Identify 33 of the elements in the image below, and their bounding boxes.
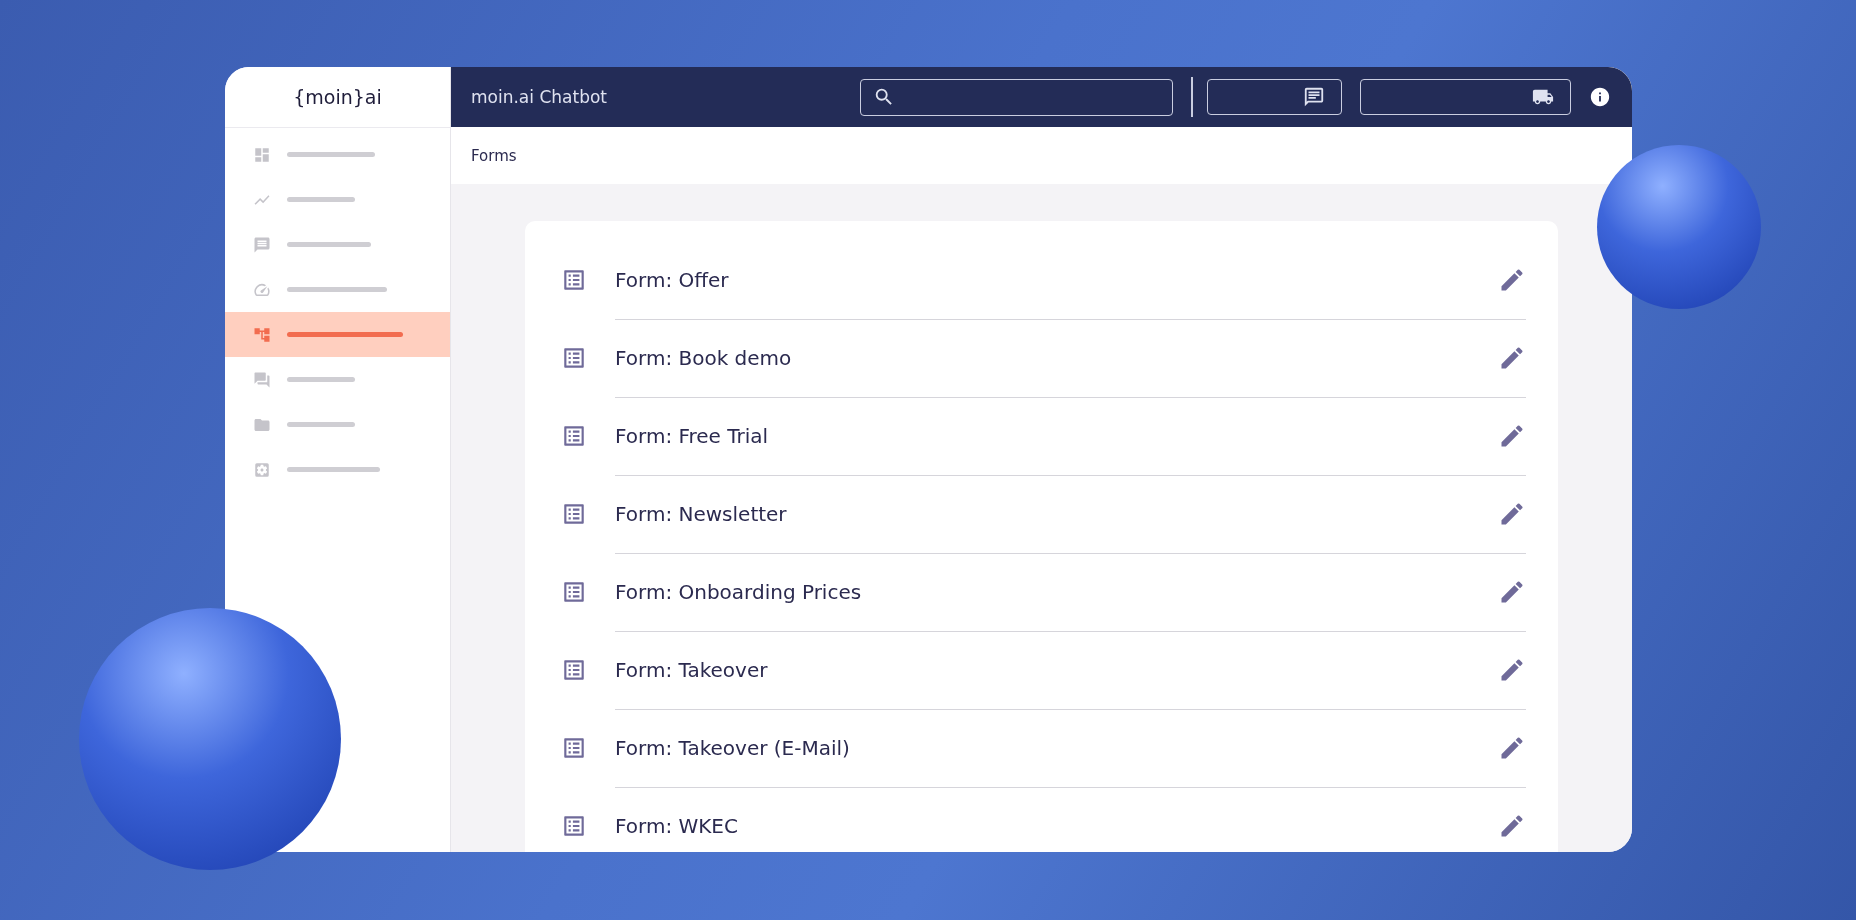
form-title[interactable]: Form: Book demo [615, 345, 792, 370]
placeholder-bar [287, 197, 355, 202]
info-icon[interactable] [1588, 86, 1611, 108]
chat-button[interactable] [1206, 79, 1342, 115]
menu-icon [253, 370, 271, 389]
form-title[interactable]: Form: Newsletter [615, 501, 787, 526]
menu-icon [253, 235, 271, 254]
placeholder-bar [287, 377, 355, 382]
list-icon [561, 501, 587, 527]
list-icon [561, 267, 587, 293]
list-icon [561, 579, 587, 605]
form-title[interactable]: Form: Onboarding Prices [615, 579, 862, 604]
list-icon [561, 423, 587, 449]
form-title[interactable]: Form: Takeover (E-Mail) [615, 735, 850, 760]
list-icon [561, 657, 587, 683]
menu-icon [253, 325, 271, 344]
menu-icon [253, 460, 271, 479]
form-title[interactable]: Form: Free Trial [615, 423, 769, 448]
logo: {moin}ai [225, 67, 450, 128]
menu-icon [253, 145, 271, 164]
list-icon [561, 345, 587, 371]
form-title[interactable]: Form: Takeover [615, 657, 768, 682]
search-icon [873, 86, 895, 108]
list-icon [561, 813, 587, 839]
app-title: moin.ai Chatbot [471, 87, 608, 107]
form-title[interactable]: Form: Offer [615, 267, 729, 292]
delivery-button[interactable] [1359, 79, 1571, 115]
list-icon [561, 735, 587, 761]
form-title[interactable]: Form: WKEC [615, 814, 738, 838]
chat-bubble-icon [1302, 86, 1325, 108]
search-field[interactable] [860, 78, 1173, 116]
breadcrumb: Forms [471, 146, 517, 165]
placeholder-bar [287, 422, 355, 427]
